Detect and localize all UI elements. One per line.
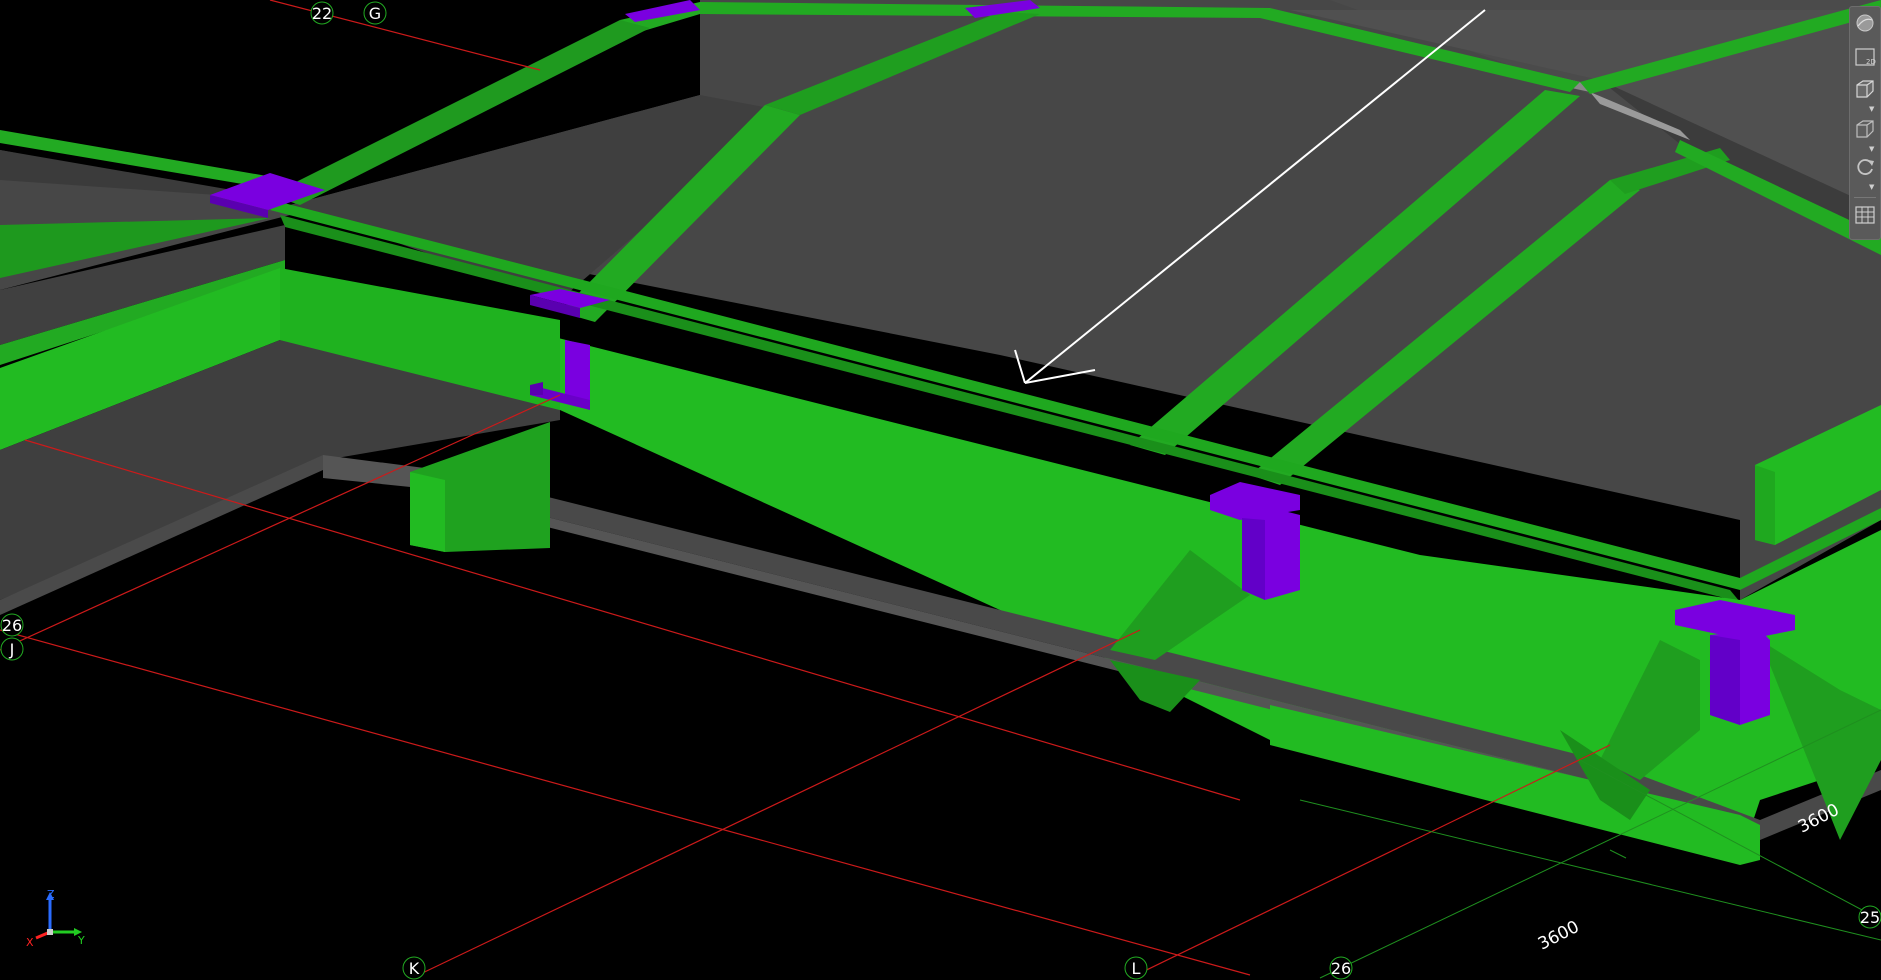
properties-table-button[interactable] [1853, 203, 1877, 231]
view-2d-button[interactable]: 2D [1853, 45, 1877, 73]
z-axis-label: Z [47, 888, 55, 901]
svg-text:2D: 2D [1866, 58, 1876, 66]
view-cube-button[interactable] [1853, 117, 1877, 145]
svg-text:J: J [9, 640, 15, 659]
grid-bubble-26-left[interactable]: 26 [0, 613, 24, 637]
3d-viewport[interactable]: 22 G 26 J K L 26 25 3600 3600 Z Y X 2D ▼… [0, 0, 1881, 980]
view-3d-box-button[interactable] [1853, 77, 1877, 105]
sphere-icon [1856, 14, 1874, 32]
chevron-down-icon[interactable]: ▼ [1869, 105, 1874, 113]
dimension-label: 3600 [1535, 917, 1583, 954]
svg-text:25: 25 [1860, 908, 1880, 927]
grid-bubble-26-bottom[interactable]: 26 [1329, 956, 1353, 980]
cube-wireframe-icon [1856, 80, 1874, 98]
view-toolbar: 2D ▼ ▼ ▼ [1849, 6, 1881, 240]
model-scene[interactable]: 22 G 26 J K L 26 25 3600 3600 [0, 0, 1881, 980]
x-axis-label: X [26, 936, 34, 948]
plan-2d-icon: 2D [1855, 48, 1876, 66]
svg-text:26: 26 [2, 616, 22, 635]
svg-text:G: G [369, 4, 381, 23]
parapet-beam [1755, 465, 1775, 545]
table-icon [1855, 206, 1875, 224]
rotate-view-button[interactable] [1853, 155, 1877, 183]
grid-bubble-j[interactable]: J [0, 637, 24, 661]
svg-text:26: 26 [1331, 959, 1351, 978]
chevron-down-icon[interactable]: ▼ [1869, 183, 1874, 191]
svg-text:L: L [1132, 959, 1141, 978]
lower-left-beam [410, 472, 445, 552]
grid-bubble-k[interactable]: K [402, 956, 426, 980]
grid-bubble-22[interactable]: 22 [310, 1, 334, 25]
svg-text:22: 22 [312, 4, 332, 23]
axis-triad: Z Y X [26, 888, 85, 948]
grid-bubble-g[interactable]: G [363, 1, 387, 25]
grid-bubble-l[interactable]: L [1124, 956, 1148, 980]
grid-bubble-25[interactable]: 25 [1858, 905, 1881, 929]
chevron-down-icon[interactable]: ▼ [1869, 145, 1874, 153]
y-axis-label: Y [77, 934, 85, 947]
render-style-button[interactable] [1853, 11, 1877, 39]
cube-icon [1856, 120, 1874, 138]
rotate-icon [1857, 159, 1874, 175]
svg-text:K: K [409, 959, 420, 978]
